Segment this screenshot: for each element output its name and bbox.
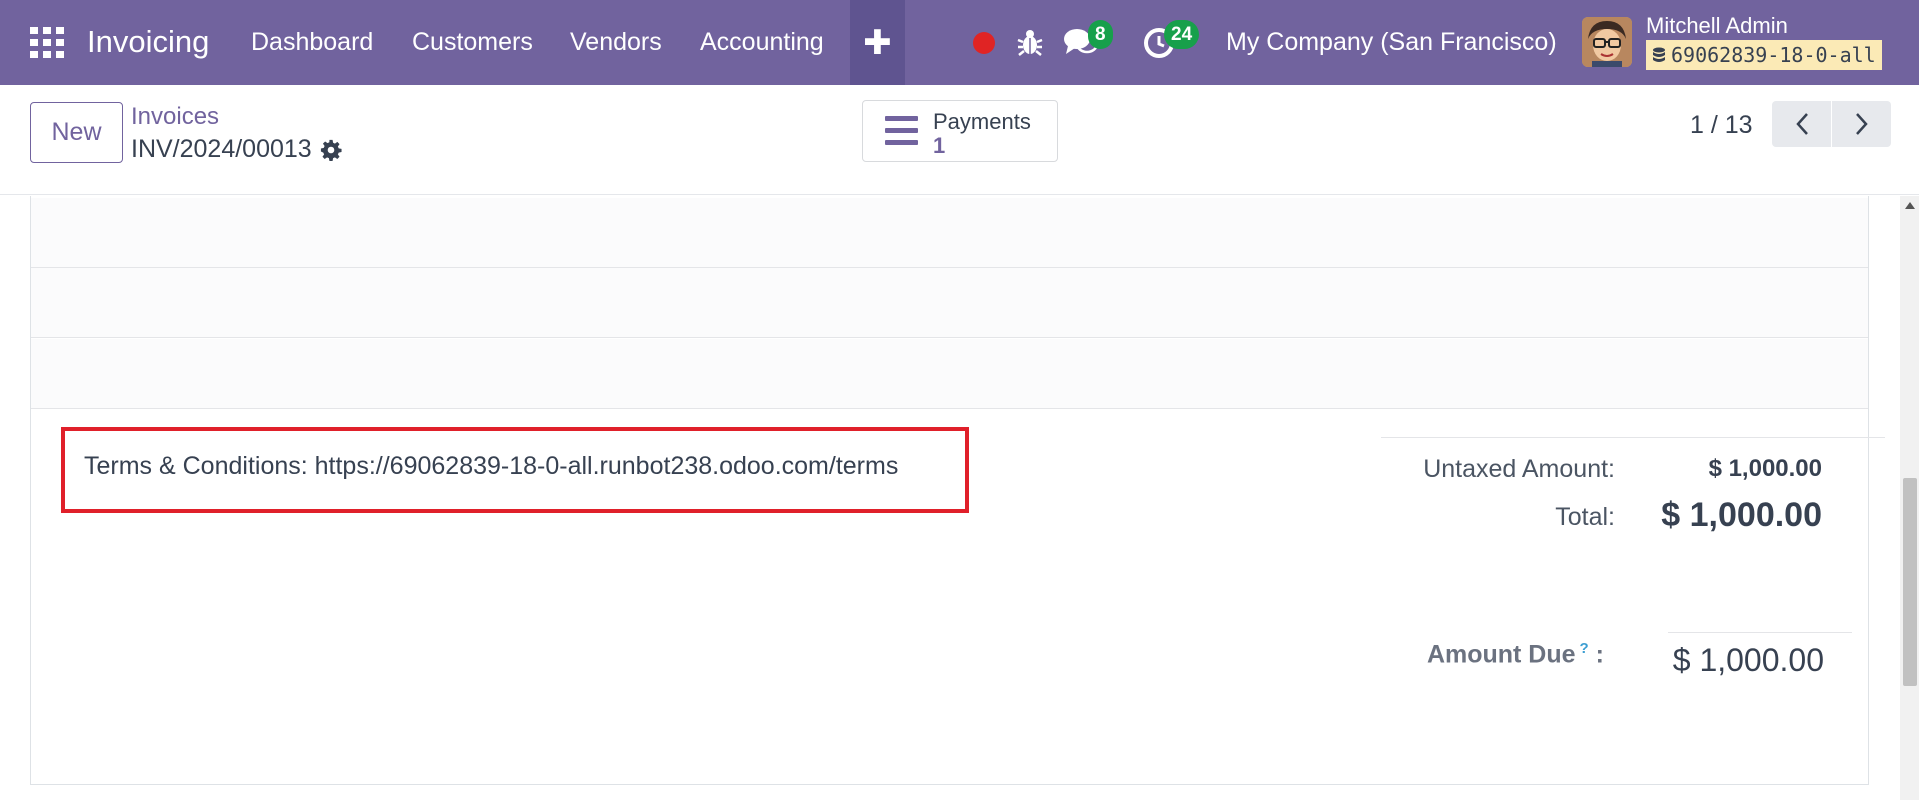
amount-due-label-text: Amount Due	[1426, 640, 1576, 669]
chevron-left-icon	[1795, 113, 1808, 135]
totals-divider	[1381, 437, 1885, 438]
invoice-line-empty-row[interactable]	[31, 268, 1868, 338]
menu-customers[interactable]: Customers	[412, 28, 533, 57]
quick-create-plus-icon[interactable]: ✚	[850, 0, 905, 85]
pager-next-button[interactable]	[1832, 101, 1891, 147]
activities-count-badge: 24	[1164, 20, 1200, 49]
breadcrumb-current: INV/2024/00013	[131, 135, 342, 164]
menu-vendors[interactable]: Vendors	[570, 28, 662, 57]
database-icon	[1653, 47, 1665, 62]
new-button[interactable]: New	[30, 102, 123, 163]
payments-list-icon	[885, 116, 918, 152]
app-name[interactable]: Invoicing	[87, 24, 209, 60]
amount-due-colon: :	[1595, 640, 1604, 669]
scrollbar-thumb[interactable]	[1903, 478, 1917, 686]
untaxed-amount-value: $ 1,000.00	[1708, 455, 1822, 482]
database-name: 69062839-18-0-all	[1646, 40, 1882, 70]
menu-dashboard[interactable]: Dashboard	[251, 28, 373, 57]
debug-bug-icon[interactable]	[1017, 27, 1043, 57]
payments-label: Payments	[933, 109, 1031, 134]
user-avatar[interactable]	[1582, 17, 1632, 67]
record-indicator-icon[interactable]	[973, 32, 995, 54]
invoice-form-sheet: Terms & Conditions: https://69062839-18-…	[30, 196, 1885, 785]
amount-due-divider	[1668, 632, 1852, 633]
payments-smart-button[interactable]: Payments 1	[862, 100, 1058, 162]
pager-value[interactable]: 1 / 13	[1690, 111, 1753, 140]
user-avatar-image	[1582, 17, 1632, 67]
terms-and-conditions[interactable]: Terms & Conditions: https://69062839-18-…	[84, 452, 898, 481]
untaxed-amount-label: Untaxed Amount:	[1423, 455, 1615, 483]
scroll-up-arrow-icon[interactable]	[1905, 202, 1915, 209]
chevron-right-icon	[1855, 113, 1868, 135]
breadcrumb-invoices-link[interactable]: Invoices	[131, 103, 219, 131]
amount-due-help-icon[interactable]: ?	[1580, 640, 1589, 657]
total-value: $ 1,000.00	[1661, 496, 1822, 534]
company-switcher[interactable]: My Company (San Francisco)	[1226, 28, 1557, 57]
gear-icon[interactable]	[320, 139, 342, 161]
database-name-text: 69062839-18-0-all	[1671, 43, 1876, 67]
amount-due-label: Amount Due? :	[1427, 640, 1604, 669]
menu-accounting[interactable]: Accounting	[700, 28, 824, 57]
user-name[interactable]: Mitchell Admin	[1646, 13, 1788, 39]
invoice-line-empty-row[interactable]	[31, 339, 1868, 409]
pager-previous-button[interactable]	[1772, 101, 1831, 147]
main-navbar: Invoicing Dashboard Customers Vendors Ac…	[0, 0, 1919, 85]
total-label: Total:	[1555, 503, 1615, 531]
record-name: INV/2024/00013	[131, 135, 312, 163]
amount-due-value: $ 1,000.00	[1672, 642, 1824, 678]
invoice-line-empty-row[interactable]	[31, 198, 1868, 268]
app-switcher-grid-icon[interactable]	[30, 27, 64, 58]
messages-count-badge: 8	[1088, 20, 1113, 49]
control-panel: New Invoices INV/2024/00013 Payments 1 1…	[0, 85, 1919, 195]
payments-count: 1	[933, 133, 946, 158]
